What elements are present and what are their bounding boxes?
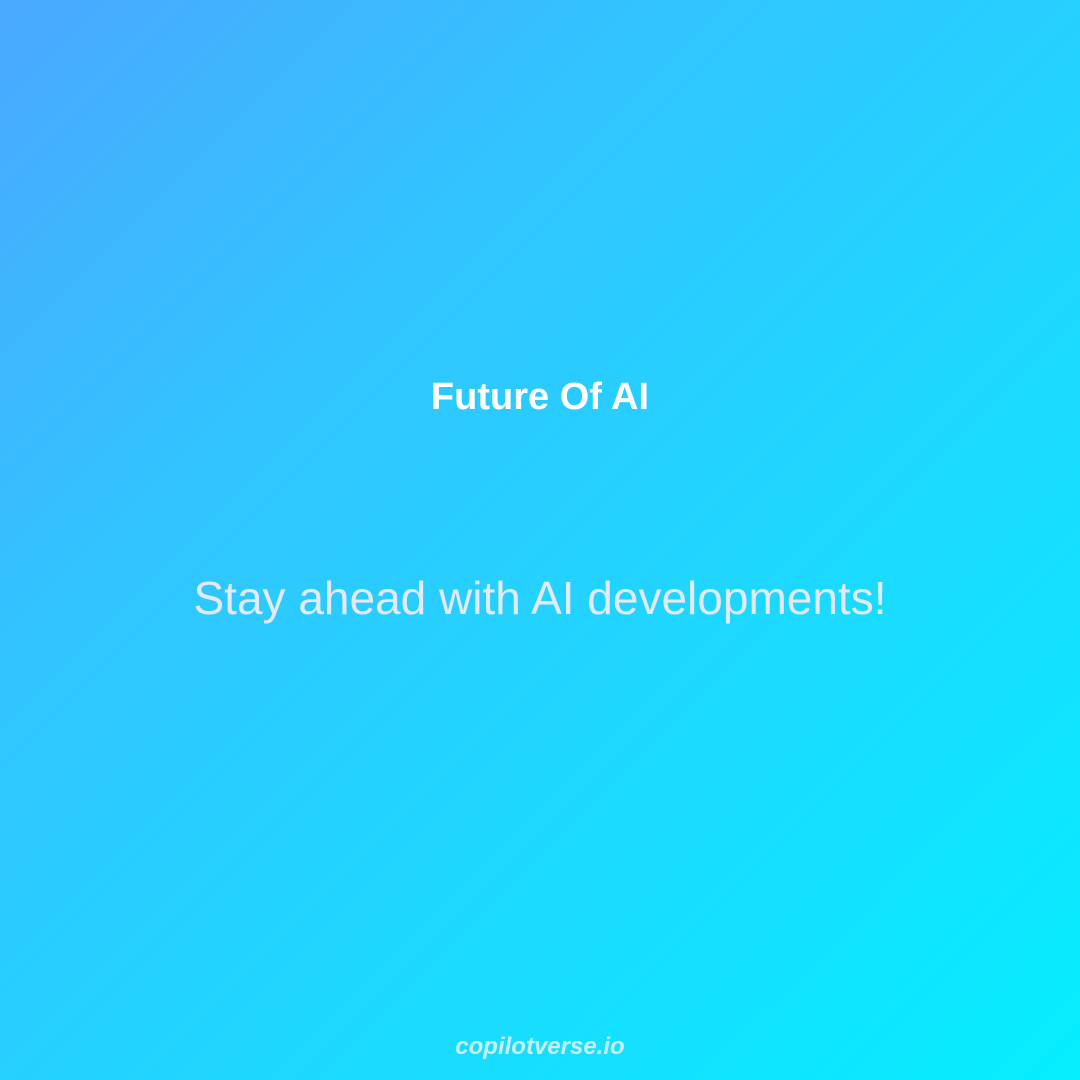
- post-title: Future Of AI: [430, 376, 650, 418]
- post-subtitle: Stay ahead with AI developments!: [193, 572, 887, 624]
- post-canvas: Future Of AI Stay ahead with AI developm…: [0, 0, 1080, 1080]
- site-footer: copilotverse.io: [455, 1033, 625, 1060]
